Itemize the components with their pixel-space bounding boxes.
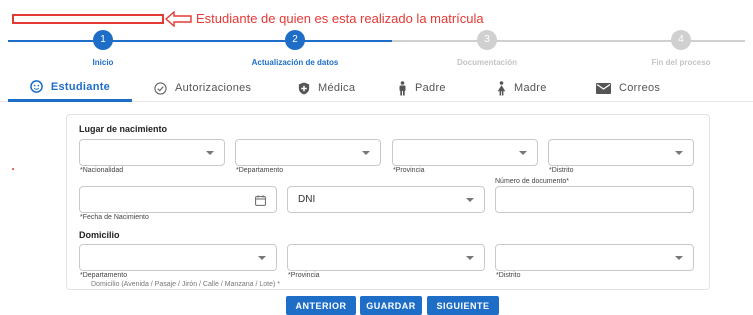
man-icon (398, 80, 407, 96)
address-hint: Domicilio (Avenida / Pasaje / Jirón / Ca… (91, 281, 280, 288)
annotation-highlight-box (12, 14, 164, 24)
tab-label: Padre (415, 82, 446, 94)
annotation-text: Estudiante de quien es esta realizado la… (196, 11, 484, 26)
nacionalidad-select[interactable] (79, 139, 225, 166)
departamento-label: *Departamento (236, 167, 284, 174)
tab-bar: Estudiante Autorizaciones Médica Padre M… (0, 74, 753, 102)
chevron-down-icon (675, 256, 683, 260)
chevron-down-icon (258, 256, 266, 260)
dom-departamento-label: *Departamento (80, 272, 128, 279)
save-button[interactable]: GUARDAR (360, 296, 422, 315)
annotation-arrow-icon (164, 11, 192, 27)
tab-madre[interactable]: Madre (497, 74, 547, 102)
chevron-down-icon (362, 151, 370, 155)
provincia-select[interactable] (392, 139, 538, 166)
tab-label: Médica (318, 82, 356, 94)
step-number: 3 (477, 30, 497, 50)
doc-number-input[interactable] (495, 186, 694, 213)
tab-label: Estudiante (50, 80, 111, 93)
doc-number-label: Número de documento* (495, 178, 569, 185)
woman-icon (497, 80, 506, 96)
departamento-select[interactable] (235, 139, 381, 166)
progress-stepper: 1 Inicio 2 Actualización de datos 3 Docu… (0, 30, 753, 72)
step-documentacion[interactable]: 3 Documentación (407, 30, 567, 67)
step-fin[interactable]: 4 Fin del proceso (601, 30, 753, 67)
birthplace-title: Lugar de nacimiento (79, 124, 168, 134)
doc-type-value: DNI (298, 194, 316, 205)
dom-provincia-select[interactable] (287, 244, 485, 271)
shield-icon (298, 81, 310, 95)
distrito-select[interactable] (548, 139, 694, 166)
student-form-card: Lugar de nacimiento *Nacionalidad *Depar… (66, 114, 710, 290)
distrito-label: *Distrito (549, 167, 574, 174)
step-inicio[interactable]: 1 Inicio (23, 30, 183, 67)
tab-autorizaciones[interactable]: Autorizaciones (154, 74, 251, 102)
form-actions: ANTERIOR GUARDAR SIGUIENTE (0, 296, 753, 315)
step-actualizacion[interactable]: 2 Actualización de datos (215, 30, 375, 67)
step-number: 2 (285, 30, 305, 50)
chevron-down-icon (675, 151, 683, 155)
step-number: 4 (671, 30, 691, 50)
dom-distrito-select[interactable] (495, 244, 694, 271)
step-number: 1 (93, 30, 113, 50)
chevron-down-icon (466, 198, 474, 202)
doc-type-select[interactable]: DNI (287, 186, 485, 213)
step-label: Inicio (92, 58, 114, 67)
tab-label: Autorizaciones (175, 82, 252, 94)
birthdate-label: *Fecha de Nacimiento (80, 214, 149, 221)
stray-red-dot (12, 168, 14, 170)
step-label: Fin del proceso (651, 58, 711, 67)
chevron-down-icon (466, 256, 474, 260)
step-label: Actualización de datos (251, 58, 339, 67)
birthdate-input[interactable] (79, 186, 277, 213)
mail-icon (596, 82, 611, 94)
tab-medica[interactable]: Médica (298, 74, 355, 102)
tab-label: Madre (514, 82, 547, 94)
dom-departamento-select[interactable] (79, 244, 277, 271)
dom-distrito-label: *Distrito (496, 272, 521, 279)
previous-button[interactable]: ANTERIOR (286, 296, 356, 315)
tab-padre[interactable]: Padre (398, 74, 446, 102)
provincia-label: *Provincia (393, 167, 425, 174)
face-icon (30, 80, 43, 93)
dom-provincia-label: *Provincia (288, 272, 320, 279)
domicilio-title: Domicilio (79, 230, 120, 240)
tab-estudiante[interactable]: Estudiante (8, 74, 132, 102)
step-label: Documentación (456, 58, 517, 67)
next-button[interactable]: SIGUIENTE (427, 296, 499, 315)
calendar-icon[interactable] (255, 193, 266, 211)
nacionalidad-label: *Nacionalidad (80, 167, 124, 174)
check-circle-icon (154, 81, 167, 95)
chevron-down-icon (206, 151, 214, 155)
tab-label: Correos (619, 82, 661, 94)
chevron-down-icon (519, 151, 527, 155)
tab-correos[interactable]: Correos (596, 74, 660, 102)
